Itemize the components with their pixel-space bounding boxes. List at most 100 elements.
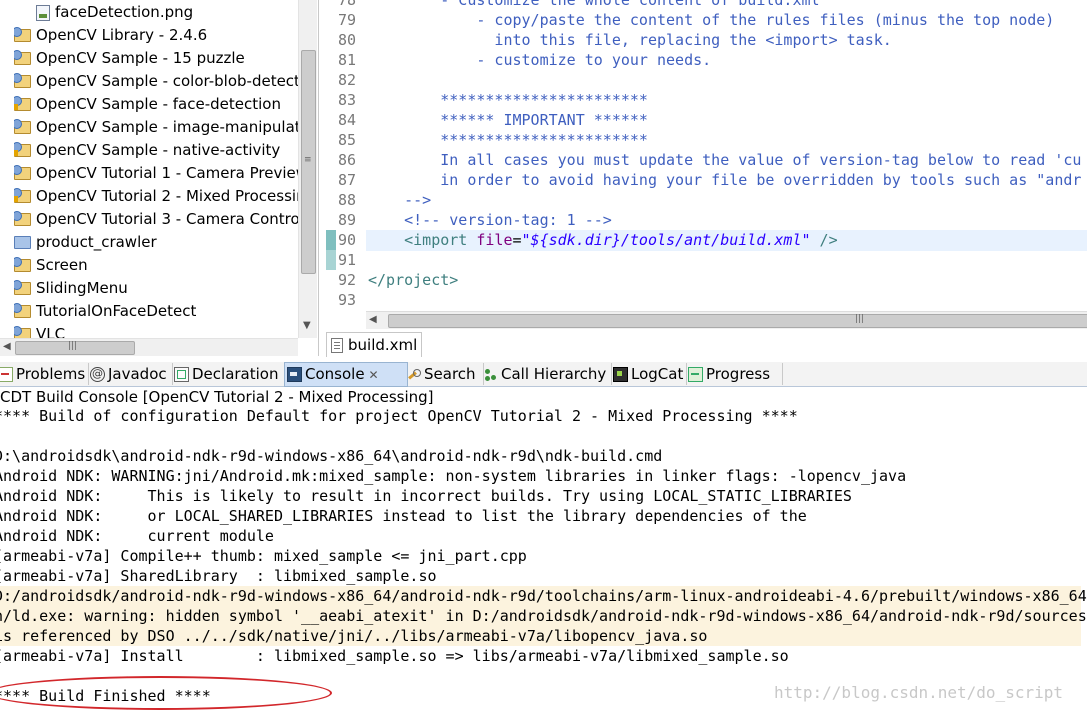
code-token-attr: file bbox=[476, 231, 513, 249]
tree-item[interactable]: SlidingMenu bbox=[14, 277, 128, 300]
view-tab-search[interactable]: Search bbox=[406, 363, 484, 385]
scroll-left-arrow-icon[interactable]: ◀ bbox=[3, 341, 11, 352]
tree-item-label: OpenCV Library - 2.4.6 bbox=[36, 26, 208, 44]
code-line: ****** IMPORTANT ****** bbox=[368, 111, 648, 129]
tree-item-label: OpenCV Sample - face-detection bbox=[36, 95, 281, 113]
view-tab-console[interactable]: Console ✕ bbox=[284, 362, 408, 387]
view-tab-declaration[interactable]: Declaration bbox=[172, 363, 285, 385]
project-tree: faceDetection.png OpenCV Library - 2.4.6 O… bbox=[0, 0, 298, 338]
code-line: <!-- version-tag: 1 --> bbox=[368, 211, 612, 229]
project-icon bbox=[14, 73, 31, 88]
tree-item[interactable]: faceDetection.png bbox=[36, 1, 193, 24]
view-tab-problems[interactable]: Problems bbox=[0, 363, 89, 385]
build-console[interactable]: **** Build of configuration Default for … bbox=[0, 407, 1087, 713]
view-tab-label: Search bbox=[424, 365, 476, 383]
tree-item[interactable]: Screen bbox=[14, 254, 88, 277]
tree-item[interactable]: OpenCV Tutorial 2 - Mixed Processin bbox=[14, 185, 298, 208]
close-icon[interactable]: ✕ bbox=[369, 368, 379, 382]
scroll-down-arrow-icon[interactable]: ▼ bbox=[303, 320, 311, 331]
line-number: 92 bbox=[337, 271, 356, 289]
tree-item[interactable]: OpenCV Sample - color-blob-detect bbox=[14, 70, 298, 93]
editor-tab-build-xml[interactable]: build.xml bbox=[326, 332, 423, 357]
project-icon bbox=[14, 280, 31, 295]
tree-item[interactable]: product_crawler bbox=[14, 231, 157, 254]
line-number: 84 bbox=[337, 111, 356, 129]
tree-item-label: VLC bbox=[36, 325, 66, 338]
watermark: http://blog.csdn.net/do_script bbox=[774, 683, 1063, 702]
view-tab-bar: Problems Javadoc Declaration Console ✕ Search… bbox=[0, 362, 1087, 387]
xml-file-icon bbox=[331, 338, 343, 353]
tree-item[interactable]: OpenCV Tutorial 1 - Camera Preview bbox=[14, 162, 298, 185]
tree-vertical-scrollbar[interactable]: ≡ ▼ bbox=[298, 0, 317, 338]
line-number: 91 bbox=[337, 251, 356, 269]
console-line: Android NDK: or LOCAL_SHARED_LIBRARIES i… bbox=[0, 507, 807, 525]
project-warning-icon bbox=[14, 96, 31, 111]
tree-item-label: TutorialOnFaceDetect bbox=[36, 302, 197, 320]
line-number: 81 bbox=[337, 51, 356, 69]
tree-horizontal-scroll-thumb[interactable]: ||| bbox=[15, 341, 135, 355]
console-title-text: CDT Build Console [OpenCV Tutorial 2 - M… bbox=[0, 388, 434, 406]
tree-item[interactable]: OpenCV Sample - image-manipulati bbox=[14, 116, 298, 139]
view-tab-label: Console bbox=[305, 365, 365, 383]
editor-horizontal-scroll-thumb[interactable]: ||| bbox=[388, 314, 1087, 328]
file-icon bbox=[36, 4, 50, 21]
code-line: <import file="${sdk.dir}/tools/ant/build… bbox=[368, 230, 837, 250]
line-number: 87 bbox=[337, 171, 356, 189]
tree-item[interactable]: OpenCV Sample - native-activity bbox=[14, 139, 280, 162]
project-warning-icon bbox=[14, 188, 31, 203]
project-icon bbox=[14, 326, 31, 338]
tree-item-label: OpenCV Sample - 15 puzzle bbox=[36, 49, 245, 67]
project-explorer: faceDetection.png OpenCV Library - 2.4.6 O… bbox=[0, 0, 319, 356]
code-line: into this file, replacing the <import> t… bbox=[368, 31, 892, 49]
editor-horizontal-scrollbar[interactable]: ◀ ||| bbox=[366, 311, 1087, 329]
tree-item-label: OpenCV Tutorial 3 - Camera Control bbox=[36, 210, 298, 228]
line-number: 89 bbox=[337, 211, 356, 229]
console-line: D:\androidsdk\android-ndk-r9d-windows-x8… bbox=[0, 447, 663, 465]
console-line: Android NDK: WARNING:jni/Android.mk:mixe… bbox=[0, 467, 907, 485]
console-line: [armeabi-v7a] Install : libmixed_sample.… bbox=[0, 647, 789, 665]
line-number: 82 bbox=[337, 71, 356, 89]
code-line: *********************** bbox=[368, 91, 648, 109]
tree-item[interactable]: OpenCV Tutorial 3 - Camera Control bbox=[14, 208, 298, 231]
tree-item-label: product_crawler bbox=[36, 233, 157, 251]
tree-item[interactable]: OpenCV Library - 2.4.6 bbox=[14, 24, 207, 47]
javadoc-icon bbox=[90, 363, 105, 385]
tree-item[interactable]: OpenCV Sample - face-detection bbox=[14, 93, 281, 116]
view-tab-progress[interactable]: Progress bbox=[686, 363, 783, 385]
project-icon bbox=[14, 165, 31, 180]
view-tab-label: Javadoc bbox=[108, 365, 167, 383]
scroll-grip-icon: ≡ bbox=[304, 155, 312, 165]
view-tab-javadoc[interactable]: Javadoc bbox=[88, 363, 173, 385]
code-line: in order to avoid having your file be ov… bbox=[368, 171, 1082, 189]
code-line: In all cases you must update the value o… bbox=[368, 151, 1082, 169]
project-icon bbox=[14, 119, 31, 134]
tree-item[interactable]: VLC bbox=[14, 323, 65, 338]
console-line: [armeabi-v7a] Compile++ thumb: mixed_sam… bbox=[0, 547, 527, 565]
folder-icon bbox=[14, 236, 31, 249]
line-number: 83 bbox=[337, 91, 356, 109]
code-line: </project> bbox=[368, 271, 459, 289]
view-tab-logcat[interactable]: LogCat bbox=[611, 363, 687, 385]
project-icon bbox=[14, 27, 31, 42]
console-line: [armeabi-v7a] SharedLibrary : libmixed_s… bbox=[0, 567, 437, 585]
tree-item[interactable]: OpenCV Sample - 15 puzzle bbox=[14, 47, 245, 70]
tree-item-label: OpenCV Sample - native-activity bbox=[36, 141, 281, 159]
build-finished-highlight-circle bbox=[0, 676, 332, 710]
project-icon bbox=[14, 303, 31, 318]
tree-item[interactable]: TutorialOnFaceDetect bbox=[14, 300, 196, 323]
console-icon bbox=[287, 367, 302, 382]
tree-vertical-scroll-thumb[interactable]: ≡ bbox=[301, 50, 316, 274]
view-tab-label: Problems bbox=[16, 365, 86, 383]
view-tab-label: Declaration bbox=[192, 365, 279, 383]
scroll-grip-icon: ||| bbox=[855, 314, 865, 324]
tree-horizontal-scrollbar[interactable]: ◀ ||| bbox=[0, 338, 298, 356]
xml-editor: 78 79 80 81 82 83 84 85 86 87 88 89 90 91 92 93 - Custo… bbox=[322, 0, 1087, 358]
view-tab-call-hierarchy[interactable]: Call Hierarchy bbox=[483, 363, 612, 385]
line-number: 80 bbox=[337, 31, 356, 49]
code-line: - copy/paste the content of the rules fi… bbox=[368, 11, 1055, 29]
scroll-left-arrow-icon[interactable]: ◀ bbox=[369, 314, 377, 325]
tree-item-label: OpenCV Tutorial 1 - Camera Preview bbox=[36, 164, 298, 182]
line-number: 85 bbox=[337, 131, 356, 149]
line-number-gutter: 78 79 80 81 82 83 84 85 86 87 88 89 90 91 92 93 bbox=[322, 0, 366, 310]
view-tab-label: Progress bbox=[706, 365, 771, 383]
